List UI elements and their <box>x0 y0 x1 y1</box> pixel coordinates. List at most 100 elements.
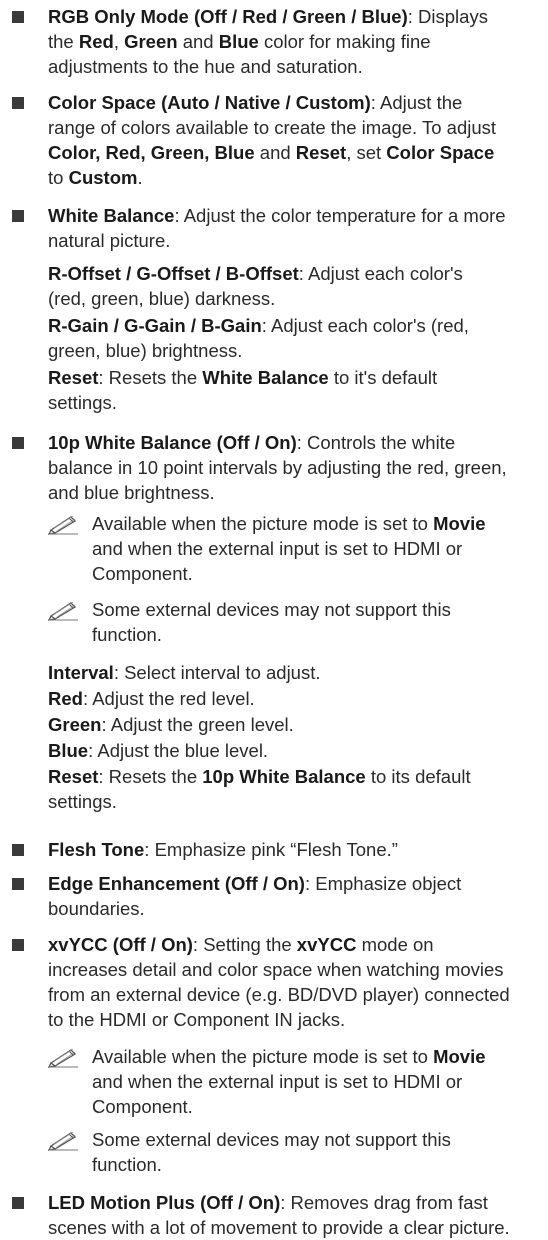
bold-term: Custom <box>68 167 138 188</box>
text-line: Edge Enhancement (Off / On): Emphasize o… <box>48 873 462 894</box>
note-text: Some external devices may not support th… <box>92 597 540 647</box>
pencil-note-icon <box>47 599 80 621</box>
text-line: green, blue) brightness. <box>48 340 243 361</box>
bold-term: White Balance <box>202 367 329 388</box>
text-line: to Custom. <box>48 167 143 188</box>
text-line: Color, Red, Green, Blue and Reset, set C… <box>48 142 495 163</box>
bold-term: Red <box>48 688 83 709</box>
text-line: Flesh Tone: Emphasize pink “Flesh Tone.” <box>48 839 398 860</box>
sub-item: Blue: Adjust the blue level. <box>48 738 540 763</box>
text-line: scenes with a lot of movement to provide… <box>48 1217 510 1238</box>
item-title: 10p White Balance (Off / On) <box>48 432 297 453</box>
sub-item: Reset: Resets the 10p White Balance to i… <box>48 764 540 814</box>
sub-item: R-Offset / G-Offset / B-Offset: Adjust e… <box>48 261 540 311</box>
bullet-text: Edge Enhancement (Off / On): Emphasize o… <box>48 871 540 921</box>
item-title: Edge Enhancement (Off / On) <box>48 873 305 894</box>
text-line: Reset: Resets the 10p White Balance to i… <box>48 766 471 787</box>
text-line: RGB Only Mode (Off / Red / Green / Blue)… <box>48 6 488 27</box>
bullet-text: RGB Only Mode (Off / Red / Green / Blue)… <box>48 4 540 79</box>
bullet-text: xvYCC (Off / On): Setting the xvYCC mode… <box>48 932 540 1032</box>
text-line: the Red, Green and Blue color for making… <box>48 31 431 52</box>
bold-term: Red <box>78 31 114 52</box>
text-line: balance in 10 point intervals by adjusti… <box>48 457 507 478</box>
bold-term: R-Gain / G-Gain / B-Gain <box>48 315 262 336</box>
pencil-note-icon <box>47 513 80 535</box>
bold-term: xvYCC <box>296 934 357 955</box>
text-line: Some external devices may not support th… <box>92 1129 451 1150</box>
bullet-text: 10p White Balance (Off / On): Controls t… <box>48 430 540 505</box>
text-line: from an external device (e.g. BD/DVD pla… <box>48 984 510 1005</box>
text-line: function. <box>92 1154 162 1175</box>
text-line: settings. <box>48 791 117 812</box>
note-text: Some external devices may not support th… <box>92 1127 540 1177</box>
square-bullet-icon <box>12 97 24 109</box>
bullet-text: Flesh Tone: Emphasize pink “Flesh Tone.” <box>48 837 540 862</box>
item-title: Flesh Tone <box>48 839 145 860</box>
bold-term: Blue <box>48 740 89 761</box>
bold-term: Color Space <box>386 142 495 163</box>
square-bullet-icon <box>12 437 24 449</box>
bullet-text: Color Space (Auto / Native / Custom): Ad… <box>48 90 540 190</box>
text-line: 10p White Balance (Off / On): Controls t… <box>48 432 456 453</box>
document-page: RGB Only Mode (Off / Red / Green / Blue)… <box>0 0 548 1239</box>
text-line: settings. <box>48 392 117 413</box>
bold-term: Movie <box>433 513 486 534</box>
square-bullet-icon <box>12 11 24 23</box>
text-line: Component. <box>92 1096 193 1117</box>
square-bullet-icon <box>12 939 24 951</box>
square-bullet-icon <box>12 210 24 222</box>
text-line: and when the external input is set to HD… <box>92 1071 463 1092</box>
item-title: xvYCC (Off / On) <box>48 934 193 955</box>
sub-item: Red: Adjust the red level. <box>48 686 540 711</box>
pencil-note-icon <box>47 1046 80 1068</box>
item-title: LED Motion Plus (Off / On) <box>48 1192 281 1213</box>
text-line: range of colors available to create the … <box>48 117 497 138</box>
text-line: (red, green, blue) darkness. <box>48 288 276 309</box>
text-line: Available when the picture mode is set t… <box>92 513 486 534</box>
bold-term: Green <box>48 714 102 735</box>
text-line: Green: Adjust the green level. <box>48 714 294 735</box>
bold-term: Interval <box>48 662 114 683</box>
bold-term: R-Offset / G-Offset / B-Offset <box>48 263 299 284</box>
sub-item: Green: Adjust the green level. <box>48 712 540 737</box>
text-line: increases detail and color space when wa… <box>48 959 504 980</box>
bullet-text: White Balance: Adjust the color temperat… <box>48 203 540 253</box>
bullet-text: LED Motion Plus (Off / On): Removes drag… <box>48 1190 540 1240</box>
text-line: Red: Adjust the red level. <box>48 688 255 709</box>
note-text: Available when the picture mode is set t… <box>92 1044 540 1119</box>
text-line: White Balance: Adjust the color temperat… <box>48 205 506 226</box>
text-line: Some external devices may not support th… <box>92 599 451 620</box>
text-line: Blue: Adjust the blue level. <box>48 740 269 761</box>
bold-term: Reset <box>48 766 99 787</box>
bold-term: Blue <box>218 31 259 52</box>
text-line: Component. <box>92 563 193 584</box>
text-line: Color Space (Auto / Native / Custom): Ad… <box>48 92 463 113</box>
text-line: Available when the picture mode is set t… <box>92 1046 486 1067</box>
item-title: RGB Only Mode (Off / Red / Green / Blue) <box>48 6 408 27</box>
text-line: LED Motion Plus (Off / On): Removes drag… <box>48 1192 488 1213</box>
note-text: Available when the picture mode is set t… <box>92 511 540 586</box>
item-title: Color Space (Auto / Native / Custom) <box>48 92 371 113</box>
square-bullet-icon <box>12 878 24 890</box>
bold-term: Reset <box>48 367 99 388</box>
bold-term: 10p White Balance <box>202 766 366 787</box>
square-bullet-icon <box>12 844 24 856</box>
bold-term: Movie <box>433 1046 486 1067</box>
text-line: function. <box>92 624 162 645</box>
pencil-note-icon <box>47 1129 80 1151</box>
text-line: R-Offset / G-Offset / B-Offset: Adjust e… <box>48 263 463 284</box>
text-line: adjustments to the hue and saturation. <box>48 56 363 77</box>
text-line: and blue brightness. <box>48 482 215 503</box>
bold-term: Green <box>124 31 178 52</box>
text-line: xvYCC (Off / On): Setting the xvYCC mode… <box>48 934 434 955</box>
sub-item: R-Gain / G-Gain / B-Gain: Adjust each co… <box>48 313 540 363</box>
square-bullet-icon <box>12 1197 24 1209</box>
sub-item: Reset: Resets the White Balance to it's … <box>48 365 540 415</box>
text-line: Interval: Select interval to adjust. <box>48 662 321 683</box>
text-line: boundaries. <box>48 898 145 919</box>
text-line: R-Gain / G-Gain / B-Gain: Adjust each co… <box>48 315 469 336</box>
item-title: White Balance <box>48 205 175 226</box>
bold-term: Color, Red, Green, Blue <box>48 142 255 163</box>
text-line: natural picture. <box>48 230 171 251</box>
text-line: Reset: Resets the White Balance to it's … <box>48 367 438 388</box>
